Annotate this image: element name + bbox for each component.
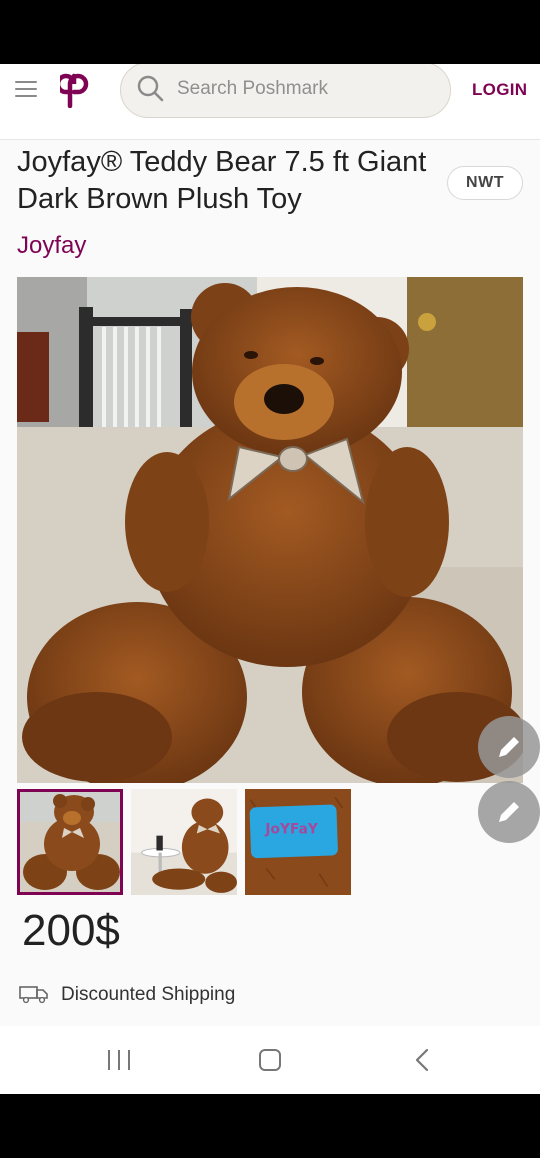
status-bar bbox=[0, 0, 540, 64]
bottom-bezel bbox=[0, 1094, 540, 1158]
thumbnail-2[interactable] bbox=[131, 789, 237, 895]
edit-button-1[interactable] bbox=[478, 716, 540, 778]
pencil-icon bbox=[499, 737, 519, 757]
truck-icon bbox=[19, 986, 48, 1004]
back-icon[interactable] bbox=[412, 1048, 432, 1072]
search-bar[interactable] bbox=[120, 64, 451, 118]
brand-link[interactable]: Joyfay bbox=[17, 232, 86, 260]
pencil-icon bbox=[499, 802, 519, 822]
price: 200$ bbox=[22, 906, 120, 955]
thumbnail-3[interactable]: JoYFaY bbox=[245, 789, 351, 895]
hamburger-icon[interactable] bbox=[15, 81, 37, 99]
app-header: LOGIN bbox=[0, 64, 540, 140]
recent-apps-icon[interactable] bbox=[108, 1050, 132, 1072]
system-nav-bar bbox=[0, 1026, 540, 1094]
edit-button-2[interactable] bbox=[478, 781, 540, 843]
home-icon[interactable] bbox=[259, 1049, 281, 1071]
shipping-label: Discounted Shipping bbox=[61, 984, 236, 1005]
main-product-photo[interactable] bbox=[17, 277, 523, 783]
listing-title: Joyfay® Teddy Bear 7.5 ft Giant Dark Bro… bbox=[17, 146, 427, 215]
thumbnail-1[interactable] bbox=[17, 789, 123, 895]
login-link[interactable]: LOGIN bbox=[472, 80, 527, 100]
search-input[interactable] bbox=[177, 77, 437, 101]
search-icon bbox=[137, 75, 164, 102]
poshmark-logo-icon[interactable] bbox=[60, 72, 94, 108]
condition-badge: NWT bbox=[447, 166, 523, 200]
page: LOGIN Joyfay® Teddy Bear 7.5 ft Giant Da… bbox=[0, 64, 540, 1026]
thumbnail-brand-tag: JoYFaY bbox=[264, 822, 318, 838]
